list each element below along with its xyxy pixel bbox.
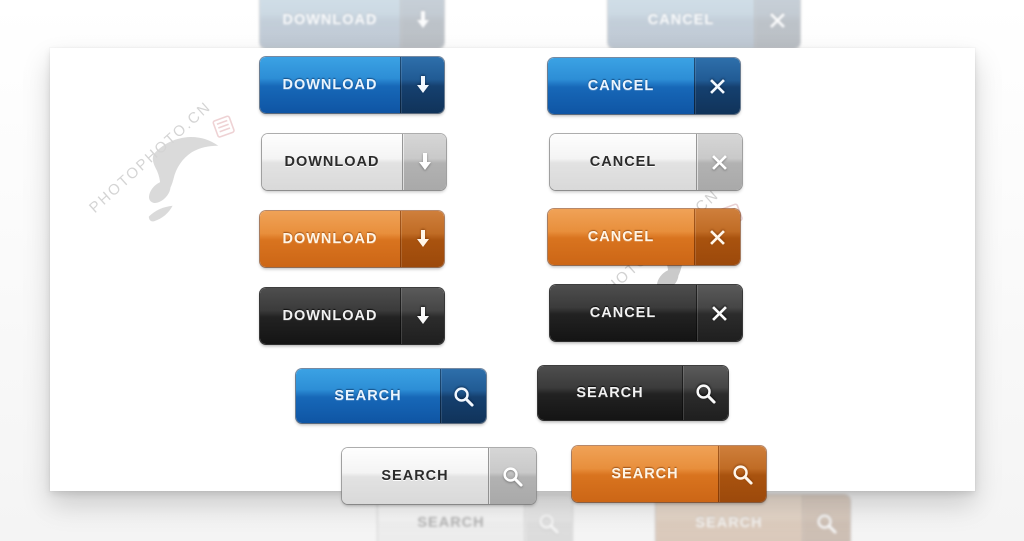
download-arrow-icon [400,57,444,113]
download-button-label: DOWNLOAD [260,211,400,267]
button-showcase-card [50,48,975,491]
download-button-dark[interactable]: DOWNLOAD [260,288,444,344]
magnifier-icon [440,369,486,423]
ghost-download-label: DOWNLOAD [260,0,400,48]
search-button-label: SEARCH [342,448,488,504]
cancel-button-dark[interactable]: CANCEL [550,285,742,341]
close-x-icon [694,58,740,114]
download-arrow-icon [400,0,444,48]
download-button-label: DOWNLOAD [260,288,400,344]
search-button-label: SEARCH [572,446,718,502]
cancel-button-label: CANCEL [548,58,694,114]
download-button-label: DOWNLOAD [262,134,402,190]
ghost-cancel-button-blue: CANCEL [608,0,800,48]
screenshot-stage: DOWNLOAD CANCEL SEARCH SEARCH DOWNLOAD D… [0,0,1024,541]
cancel-button-orange[interactable]: CANCEL [548,209,740,265]
download-arrow-icon [402,134,446,190]
download-button-label: DOWNLOAD [260,57,400,113]
close-x-icon [696,134,742,190]
cancel-button-silver[interactable]: CANCEL [550,134,742,190]
ghost-cancel-label: CANCEL [608,0,754,48]
ghost-download-button-blue: DOWNLOAD [260,0,444,48]
cancel-button-label: CANCEL [548,209,694,265]
cancel-button-label: CANCEL [550,285,696,341]
magnifier-icon [718,446,766,502]
search-button-dark[interactable]: SEARCH [538,366,728,420]
download-button-orange[interactable]: DOWNLOAD [260,211,444,267]
download-arrow-icon [400,288,444,344]
cancel-button-label: CANCEL [550,134,696,190]
search-button-label: SEARCH [538,366,682,420]
close-x-icon [694,209,740,265]
search-button-blue[interactable]: SEARCH [296,369,486,423]
download-arrow-icon [400,211,444,267]
search-button-label: SEARCH [296,369,440,423]
close-x-icon [754,0,800,48]
magnifier-icon [802,495,850,541]
search-button-silver[interactable]: SEARCH [342,448,536,504]
close-x-icon [696,285,742,341]
search-button-orange[interactable]: SEARCH [572,446,766,502]
magnifier-icon [488,448,536,504]
cancel-button-blue[interactable]: CANCEL [548,58,740,114]
download-button-silver[interactable]: DOWNLOAD [262,134,446,190]
download-button-blue[interactable]: DOWNLOAD [260,57,444,113]
magnifier-icon [682,366,728,420]
